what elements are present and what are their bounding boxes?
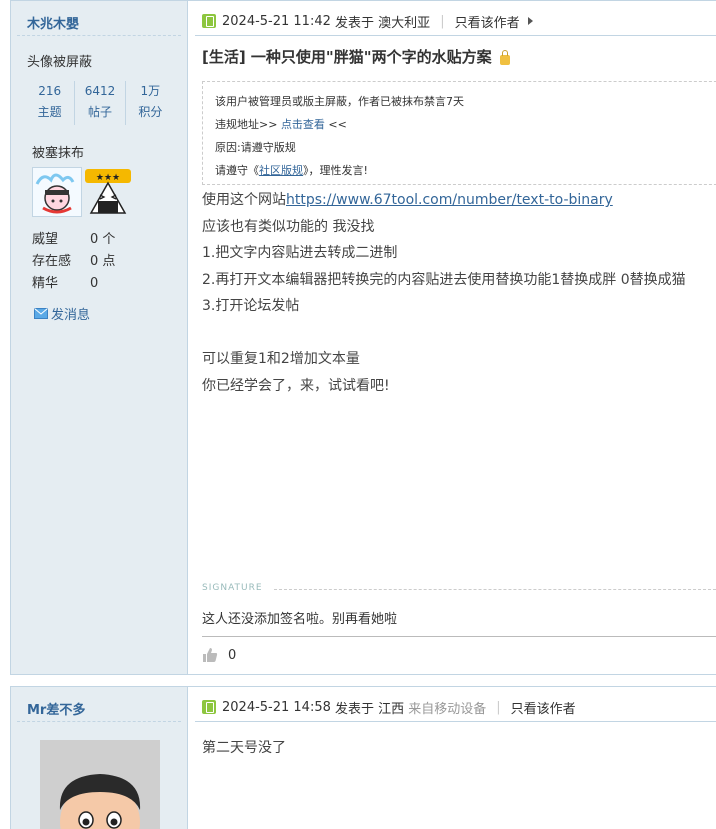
notice-line-3: 原因:请遵守版规 <box>215 141 296 154</box>
post-location: 澳大利亚 <box>378 15 431 31</box>
medal-image-1[interactable] <box>32 167 82 217</box>
author-sidebar-2: Mr差不多 <box>11 687 188 829</box>
post-1: 木兆木嬰 头像被屏蔽 216 主题 6412 帖子 1万 积分 被塞抹布 ★★★… <box>10 0 716 675</box>
body-line-1-prefix: 使用这个网站 <box>202 192 286 208</box>
post-time: 2024-5-21 11:42 <box>222 13 331 29</box>
thread-title: [生活] 一种只使用"胖猫"两个字的水贴方案 <box>202 46 510 67</box>
meta-divider-2 <box>195 721 716 722</box>
notice-violation-prefix: 违规地址>> <box>215 118 281 131</box>
stat-topics-label: 主题 <box>37 105 62 119</box>
author-name[interactable]: 木兆木嬰 <box>27 13 79 32</box>
stat-points-value: 1万 <box>140 84 161 98</box>
only-author-link-2[interactable]: 只看该作者 <box>511 698 576 717</box>
meta-separator: | <box>440 13 445 29</box>
like-count: 0 <box>228 647 237 663</box>
medal-title: 被塞抹布 <box>32 146 85 161</box>
stat-posts[interactable]: 6412 帖子 <box>75 81 126 125</box>
prop-prestige: 威望 0 个 <box>32 229 115 251</box>
author-name-2[interactable]: Mr差不多 <box>27 699 85 718</box>
envelope-icon <box>34 308 48 319</box>
mobile-online-icon <box>202 14 216 28</box>
prop-prestige-value: 0 个 <box>90 232 116 247</box>
stat-points-label: 积分 <box>138 105 163 119</box>
body-line-7: 你已经学会了，来，试试看吧! <box>202 377 390 394</box>
body-line-2: 应该也有类似功能的 我没找 <box>202 218 375 235</box>
send-message-link[interactable]: 发消息 <box>34 304 90 323</box>
author-properties: 威望 0 个 存在感 0 点 精华 0 <box>32 229 115 295</box>
body-line-6: 可以重复1和2增加文本量 <box>202 351 360 367</box>
device-label: 来自移动设备 <box>408 701 487 717</box>
avatar-blocked-notice: 头像被屏蔽 <box>27 55 93 70</box>
post-body-2: 第二天号没了 <box>202 740 286 756</box>
signature-text: 这人还没添加签名啦。别再看她啦 <box>202 612 398 627</box>
notice-rules-suffix: 》，理性发言! <box>303 164 368 177</box>
notice-view-link[interactable]: 点击查看 <box>281 118 325 131</box>
post-meta: 2024-5-21 11:42 发表于 澳大利亚 | 只看该作者 <box>202 11 533 31</box>
signature-divider <box>274 589 716 590</box>
lock-icon <box>499 49 510 65</box>
community-rules-link[interactable]: 社区版规 <box>259 164 303 177</box>
post-location-2: 江西 <box>378 701 405 717</box>
body-blank-line <box>202 320 686 347</box>
mobile-online-icon <box>202 700 216 714</box>
body-line-5: 3.打开论坛发帖 <box>202 298 300 314</box>
post-content-2: 2024-5-21 14:58 发表于 江西 来自移动设备 | 只看该作者 第二… <box>189 687 716 829</box>
notice-violation-suffix: << <box>324 118 347 131</box>
stat-posts-value: 6412 <box>84 84 116 98</box>
notice-rules-prefix: 请遵守《 <box>215 164 259 177</box>
only-author-link[interactable]: 只看该作者 <box>455 12 520 31</box>
avatar[interactable] <box>40 740 160 829</box>
posted-in-label-2: 发表于 <box>335 701 375 717</box>
thumbs-up-icon <box>203 648 218 662</box>
sidebar-divider <box>17 35 181 36</box>
prop-presence-label: 存在感 <box>32 254 72 269</box>
body-line-4: 2.再打开文本编辑器把转换完的内容贴进去使用替换功能1替换成胖 0替换成猫 <box>202 271 686 288</box>
medal-image-2[interactable]: ★★★ <box>83 167 133 217</box>
notice-line-2: 违规地址>> 点击查看 << <box>215 113 716 136</box>
stat-topics-value: 216 <box>38 84 62 98</box>
prop-essence-value: 0 <box>90 276 99 291</box>
stat-topics[interactable]: 216 主题 <box>25 81 76 125</box>
prop-presence: 存在感 0 点 <box>32 251 115 273</box>
posted-in-label: 发表于 <box>335 15 375 31</box>
stat-points[interactable]: 1万 积分 <box>126 81 175 125</box>
community-rules-label: 社区版规 <box>259 164 303 177</box>
body-line-1: 使用这个网站https://www.67tool.com/number/text… <box>202 187 686 214</box>
prop-essence-label: 精华 <box>32 276 59 291</box>
thread-title-text: [生活] 一种只使用"胖猫"两个字的水贴方案 <box>202 48 492 66</box>
author-sidebar: 木兆木嬰 头像被屏蔽 216 主题 6412 帖子 1万 积分 被塞抹布 ★★★… <box>11 1 188 674</box>
like-button[interactable]: 0 <box>202 647 236 663</box>
meta-separator-2: | <box>496 699 501 715</box>
prop-presence-value: 0 点 <box>90 254 116 269</box>
prop-essence: 精华 0 <box>32 273 115 295</box>
post-content: 2024-5-21 11:42 发表于 澳大利亚 | 只看该作者 [生活] 一种… <box>189 1 716 674</box>
moderation-notice: 该用户被管理员或版主屏蔽，作者已被抹布禁言7天 违规地址>> 点击查看 << 原… <box>202 81 716 185</box>
stat-posts-label: 帖子 <box>87 105 112 119</box>
notice-line-4: 请遵守《社区版规》，理性发言! <box>215 159 716 182</box>
meta-divider <box>195 35 716 36</box>
sidebar-divider-2 <box>17 721 181 722</box>
author-stats: 216 主题 6412 帖子 1万 积分 <box>25 81 175 125</box>
send-message-label: 发消息 <box>51 308 91 323</box>
prop-prestige-label: 威望 <box>32 232 59 247</box>
post-meta-2: 2024-5-21 14:58 发表于 江西 来自移动设备 | 只看该作者 <box>202 697 576 717</box>
post-time-2: 2024-5-21 14:58 <box>222 699 331 715</box>
post-footer-divider <box>202 636 716 637</box>
post-2: Mr差不多 2024-5-21 14:58 发表于 江西 来自移动设备 | 只看… <box>10 686 716 829</box>
post-body: 使用这个网站https://www.67tool.com/number/text… <box>202 187 686 399</box>
notice-line-1: 该用户被管理员或版主屏蔽，作者已被抹布禁言7天 <box>215 95 464 108</box>
body-line-3: 1.把文字内容贴进去转成二进制 <box>202 245 398 261</box>
triangle-right-icon[interactable] <box>527 17 533 25</box>
tool-url-link[interactable]: https://www.67tool.com/number/text-to-bi… <box>286 192 613 208</box>
signature-label: SIGNATURE <box>202 583 263 593</box>
